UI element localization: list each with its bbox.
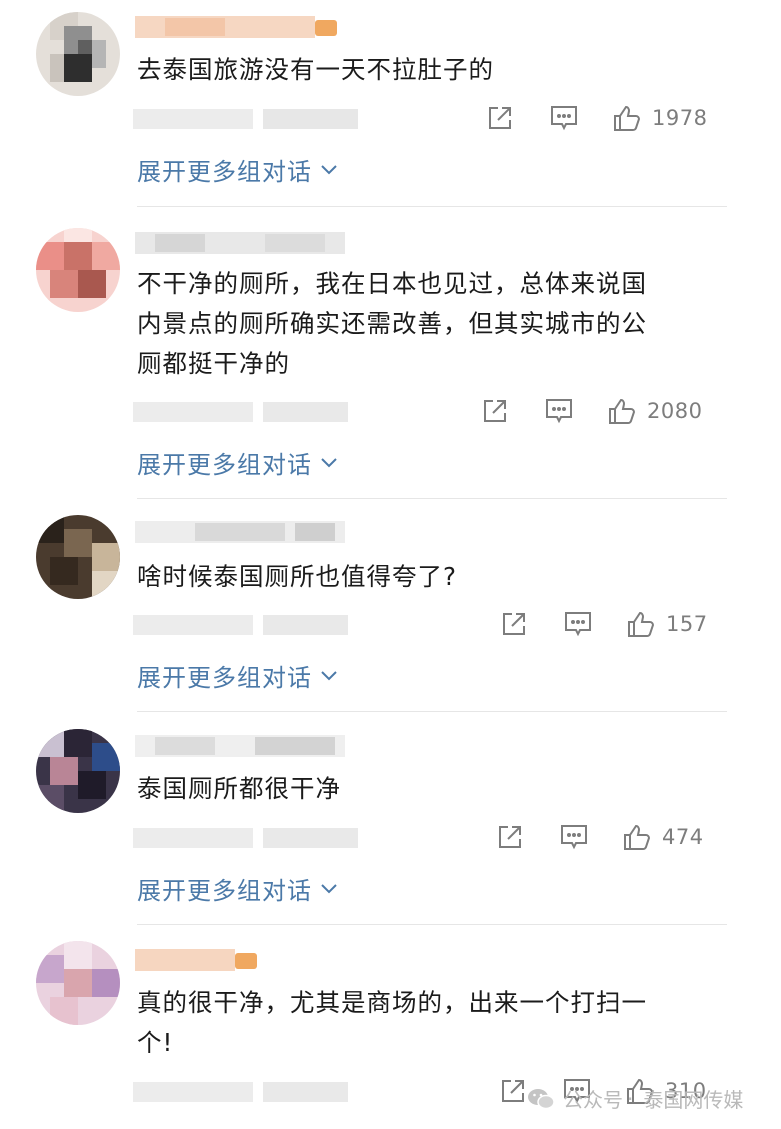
chevron-down-icon xyxy=(321,670,337,680)
comment-meta-blurred xyxy=(133,613,363,637)
avatar-image xyxy=(36,12,120,96)
comment-icon[interactable] xyxy=(558,823,590,851)
username-blurred xyxy=(135,228,350,256)
avatar[interactable] xyxy=(36,729,120,813)
action-bar: 474 xyxy=(494,817,704,857)
like-count: 2080 xyxy=(647,399,703,423)
share-icon[interactable] xyxy=(479,397,511,425)
watermark-account: 泰国网传媒 xyxy=(643,1088,744,1112)
action-bar: 2080 xyxy=(479,391,702,431)
username-blurred xyxy=(135,517,350,545)
username-blurred xyxy=(135,945,265,973)
comment-meta-blurred xyxy=(133,400,363,424)
avatar-image xyxy=(36,729,120,813)
expand-conversation-button[interactable]: 展开更多组对话 xyxy=(137,658,338,693)
thumbs-up-icon xyxy=(614,105,641,131)
share-icon[interactable] xyxy=(484,104,516,132)
divider xyxy=(137,498,727,499)
username-blurred xyxy=(135,731,350,759)
comment-icon[interactable] xyxy=(562,610,594,638)
like-button[interactable]: 1978 xyxy=(612,103,707,133)
comment-meta-blurred xyxy=(133,1080,363,1104)
thumbs-up-icon xyxy=(609,398,636,424)
chevron-down-icon xyxy=(321,457,337,467)
comment-icon[interactable] xyxy=(543,397,575,425)
comment-text: 不干净的厕所，我在日本也见过，总体来说国 内景点的厕所确实还需改善，但其实城市的… xyxy=(137,269,647,378)
avatar[interactable] xyxy=(36,515,120,599)
divider xyxy=(137,924,727,925)
watermark-separator: · xyxy=(627,1086,634,1111)
username-blurred xyxy=(135,12,345,40)
avatar-image xyxy=(36,228,120,312)
like-count: 474 xyxy=(662,825,704,849)
chevron-down-icon xyxy=(321,883,337,893)
comment-text: 啥时候泰国厕所也值得夸了? xyxy=(137,562,458,591)
like-count: 157 xyxy=(666,612,708,636)
thumbs-up-icon xyxy=(624,824,651,850)
wechat-icon xyxy=(528,1088,555,1109)
expand-label: 展开更多组对话 xyxy=(137,664,312,692)
expand-label: 展开更多组对话 xyxy=(137,877,312,905)
watermark-platform: 公众号 xyxy=(563,1088,623,1112)
avatar[interactable] xyxy=(36,12,120,96)
expand-label: 展开更多组对话 xyxy=(137,451,312,479)
action-bar: 1978 xyxy=(484,98,707,138)
comment-meta-blurred xyxy=(133,826,363,850)
expand-conversation-button[interactable]: 展开更多组对话 xyxy=(137,445,338,480)
like-count: 1978 xyxy=(652,106,708,130)
thumbs-up-icon xyxy=(628,611,655,637)
share-icon[interactable] xyxy=(494,823,526,851)
comment-text: 真的很干净，尤其是商场的，出来一个打扫一 个! xyxy=(137,988,647,1057)
divider xyxy=(137,206,727,207)
chevron-down-icon xyxy=(321,164,337,174)
avatar[interactable] xyxy=(36,228,120,312)
expand-conversation-button[interactable]: 展开更多组对话 xyxy=(137,871,338,906)
comment-text: 泰国厕所都很干净 xyxy=(137,774,341,803)
divider xyxy=(137,711,727,712)
like-button[interactable]: 2080 xyxy=(607,396,702,426)
expand-label: 展开更多组对话 xyxy=(137,158,312,186)
avatar-image xyxy=(36,515,120,599)
share-icon[interactable] xyxy=(497,1077,529,1105)
action-bar: 157 xyxy=(498,604,708,644)
expand-conversation-button[interactable]: 展开更多组对话 xyxy=(137,152,338,187)
like-button[interactable]: 474 xyxy=(622,822,704,852)
comment-text: 去泰国旅游没有一天不拉肚子的 xyxy=(137,55,494,84)
comment-icon[interactable] xyxy=(548,104,580,132)
watermark: 公众号 · 泰国网传媒 xyxy=(527,1084,743,1113)
like-button[interactable]: 157 xyxy=(626,609,708,639)
avatar[interactable] xyxy=(36,941,120,1025)
avatar-image xyxy=(36,941,120,1025)
share-icon[interactable] xyxy=(498,610,530,638)
comment-meta-blurred xyxy=(133,107,363,131)
